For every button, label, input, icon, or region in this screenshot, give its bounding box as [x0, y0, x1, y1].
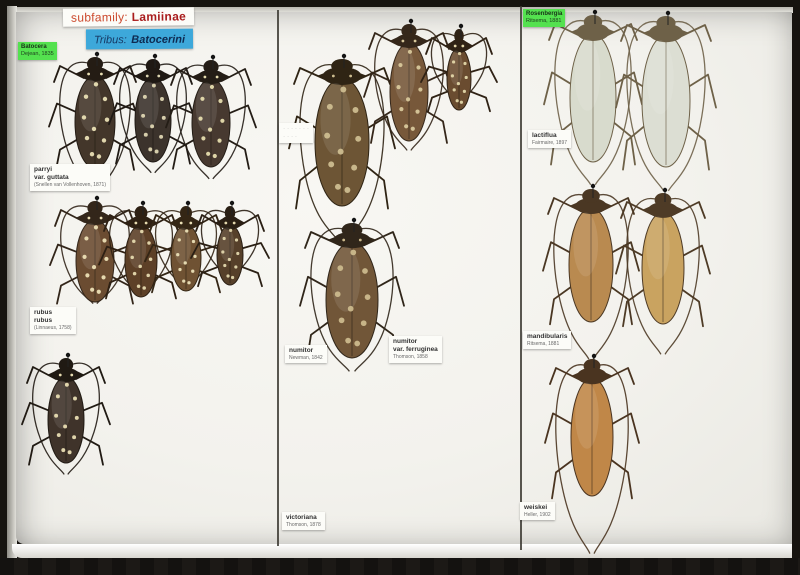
species-label-parryi: parryivar. guttata(Snellen van Vollenhov… [30, 164, 110, 191]
species-name-line: var. ferruginea [393, 346, 438, 354]
specimen-mandibularis-2 [616, 188, 710, 355]
genus-label-rosenbergia: RosenbergiaRitsema, 1881 [523, 9, 565, 27]
specimen-parryi-3 [166, 55, 256, 179]
specimen-numitor-3 [421, 24, 497, 111]
specimen-rubus-1 [22, 353, 110, 475]
genus-author: Ritsema, 1881 [526, 18, 562, 25]
species-name-line: lactiflua [532, 132, 567, 140]
species-name-line: victoriana [286, 514, 321, 522]
species-name-line: var. guttata [34, 174, 106, 182]
species-author: Thomson, 1878 [286, 522, 321, 528]
genus-name: Rosenbergia [526, 11, 562, 18]
species-label-weiskei: weiskeiHeller, 1902 [520, 502, 555, 520]
genus-author: Dejean, 1835 [21, 51, 54, 58]
species-author: Ritsema, 1881 [527, 341, 567, 347]
species-author: Heller, 1902 [524, 512, 551, 518]
species-name-line: · · · · [283, 133, 309, 141]
subfamily-label: subfamily: Lamiinae [63, 7, 194, 27]
species-label-numitor: numitorNewman, 1842 [285, 345, 327, 363]
species-label-numitor-ferruginea: numitorvar. ferrugineaThomson, 1858 [389, 336, 442, 363]
species-name-line: numitor [289, 347, 323, 355]
species-author: (Linnaeus, 1758) [34, 325, 72, 331]
species-author: (Snellen van Vollenhoven, 1871) [34, 182, 106, 188]
subfamily-prefix: subfamily: [71, 10, 128, 25]
tribus-prefix: Tribus: [94, 34, 127, 46]
species-author: Thomson, 1858 [393, 354, 438, 360]
species-label-locality-faint: · · · · · · ·· · · · [279, 123, 313, 143]
species-name-line: rubus [34, 309, 72, 317]
specimen-weiskei-1 [545, 354, 639, 554]
species-name-line: mandibularis [527, 333, 567, 341]
genus-name: Batocera [21, 44, 54, 51]
subfamily-name: Lamiinae [132, 9, 187, 24]
species-label-mandibularis: mandibularisRitsema, 1881 [523, 331, 571, 349]
species-label-lactiflua: lactifluaFairmaire, 1897 [528, 130, 571, 148]
specimen-numitor-2 [364, 19, 454, 151]
species-label-victoriana: victorianaThomson, 1878 [282, 512, 325, 530]
species-name-line: weiskei [524, 504, 551, 512]
species-name-line: parryi [34, 166, 106, 174]
specimen-layer [0, 0, 800, 575]
specimen-drawer-photo: subfamily: Lamiinae Tribus: Batocerini B… [0, 0, 800, 575]
species-author: Fairmaire, 1897 [532, 140, 567, 146]
species-author: Newman, 1842 [289, 355, 323, 361]
specimen-lactiflua-2 [616, 11, 716, 191]
specimen-parryi-7 [191, 201, 269, 286]
tribus-label: Tribus: Batocerini [86, 29, 193, 50]
species-name-line: rubus [34, 317, 72, 325]
species-name-line: numitor [393, 338, 438, 346]
species-label-rubus: rubusrubus(Linnaeus, 1758) [30, 307, 76, 334]
specimen-numitor-large [289, 54, 395, 243]
tribus-name: Batocerini [131, 34, 185, 46]
genus-label-batocera: BatoceraDejean, 1835 [18, 42, 57, 60]
species-name-line: · · · · · · · [283, 125, 309, 133]
